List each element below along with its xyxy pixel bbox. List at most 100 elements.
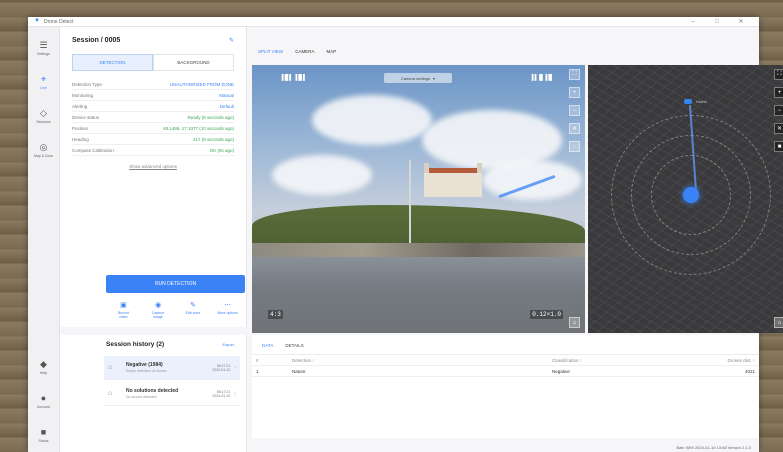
column-header[interactable]: Classification ↑	[552, 358, 702, 363]
camera-settings-select[interactable]: Camera settings ▾	[384, 73, 452, 83]
camera-toolbar: ⛶ + − ✕ ◌	[569, 69, 580, 152]
chevron-down-icon: ▾	[433, 75, 436, 81]
app-logo-icon: ▼	[34, 18, 40, 24]
tab-details[interactable]: DETAILS	[285, 343, 303, 348]
history-item-sub: No drones detected	[126, 395, 157, 399]
run-detection-button[interactable]: RUN DETECTION	[106, 275, 245, 293]
param-value[interactable]: UNAUTHORIZED FROM ZONE	[170, 82, 234, 87]
session-history: Session history (2) Export ⌂ Negative (1…	[60, 335, 247, 452]
table-cell: 1	[256, 368, 259, 374]
zoom-in-icon[interactable]: +	[569, 87, 580, 98]
action-label: Capture image	[151, 311, 165, 319]
close-icon[interactable]: ✕	[569, 123, 580, 134]
param-value: Ready (8 seconds ago)	[187, 114, 234, 120]
zoom-out-icon[interactable]: −	[774, 105, 783, 116]
close-button[interactable]: ✕	[729, 18, 753, 25]
rail-label: Sessions	[36, 119, 51, 124]
drone-icon: ⌂	[108, 390, 113, 397]
edit-zone-button[interactable]: ✎ Edit zone	[176, 301, 211, 319]
waypoint-label: Home	[696, 99, 707, 104]
history-item-sub: Empty detection of drones	[126, 369, 167, 373]
tab-split-view[interactable]: SPLIT VIEW	[258, 49, 283, 54]
param-value[interactable]: Default	[220, 104, 234, 109]
main-area: Session / 0005 ✎ DETECTION BACKGROUND De…	[60, 27, 783, 452]
reset-icon[interactable]: ◌	[569, 141, 580, 152]
column-header[interactable]: #	[256, 358, 292, 363]
capture-image-button[interactable]: ◉ Capture image	[141, 301, 176, 319]
rail-item-live[interactable]: ⌖ Live	[28, 65, 60, 99]
mast	[409, 160, 411, 250]
param-row: Device status Ready (8 seconds ago)	[72, 112, 234, 123]
record-icon: ▣	[120, 302, 127, 309]
zoom-out-icon[interactable]: −	[569, 105, 580, 116]
cloud	[272, 155, 372, 195]
list-item[interactable]: ⌂ No solutions detected No drones detect…	[104, 382, 240, 406]
param-row: Alerting Default	[72, 101, 234, 112]
rail-item-map-zone[interactable]: ◎ Map & Zone	[28, 133, 60, 167]
param-value: 217 (8 seconds ago)	[192, 136, 234, 142]
home-icon[interactable]: ⌂	[774, 317, 783, 328]
tab-data[interactable]: DATA	[262, 343, 273, 348]
rail-item-sessions[interactable]: ◇ Sessions	[28, 99, 60, 133]
table-row[interactable]: 1 Nature Negative 4021	[252, 366, 759, 377]
detections-tabs: DATA DETAILS	[252, 335, 759, 355]
param-value[interactable]: Manual	[219, 93, 234, 98]
rail-item-help[interactable]: ◆ Help	[28, 350, 60, 384]
view-tabs: SPLIT VIEW CAMERA MAP	[258, 49, 336, 54]
more-icon: ⋯	[224, 302, 232, 309]
param-row: Compass Calibration OK (8s ago)	[72, 145, 234, 156]
edit-icon[interactable]: ✎	[229, 37, 234, 44]
fullscreen-icon[interactable]: ⛶	[774, 69, 783, 80]
zoom-readout: 0.12×1.0	[530, 310, 563, 319]
show-advanced-link[interactable]: Show advanced options	[60, 164, 246, 169]
rail-label: Account	[37, 404, 50, 409]
param-key: Detection Type	[72, 81, 102, 87]
drone-icon: ⌂	[108, 364, 113, 371]
tab-detection[interactable]: DETECTION	[72, 54, 153, 71]
home-icon[interactable]: ⌂	[569, 317, 580, 328]
close-icon[interactable]: ✕	[774, 123, 783, 134]
waypoint-marker[interactable]	[684, 99, 692, 104]
cloud	[312, 95, 432, 145]
capture-icon: ◉	[155, 302, 162, 309]
export-link[interactable]: Export	[222, 342, 234, 347]
column-header[interactable]: Drones dist. ↑	[702, 358, 755, 363]
param-key: Position	[72, 125, 89, 131]
session-params: Detection Type UNAUTHORIZED FROM ZONE Mon…	[72, 79, 234, 156]
column-header[interactable]: Detection ↑	[292, 358, 552, 363]
status-bar: Batt: 98% 2024-01-10 13:48 Version 2.1.0	[676, 445, 752, 450]
more-options-button[interactable]: ⋯ More options	[210, 301, 245, 319]
drone-marker-icon[interactable]	[683, 187, 699, 203]
sessions-icon: ◇	[40, 107, 47, 118]
rail-item-account[interactable]: ● Account	[28, 384, 60, 418]
history-item-date: 2024-01-10	[212, 393, 231, 398]
tab-camera[interactable]: CAMERA	[295, 49, 314, 54]
logout-icon: ■	[40, 426, 47, 437]
camera-view[interactable]: ▐█▌▐█▌ ▐▌█▐█ Camera settings ▾ 4:3 0.12×…	[252, 65, 585, 333]
fullscreen-icon[interactable]: ⛶	[569, 69, 580, 80]
rail-item-settings[interactable]: ☰ Settings	[28, 31, 60, 65]
cloud	[482, 160, 582, 200]
castle	[424, 163, 482, 197]
map-view[interactable]: Home ⛶ + − ✕ ■ ⌂	[588, 65, 783, 333]
app-title: Drone Detect	[44, 18, 74, 25]
layers-icon[interactable]: ■	[774, 141, 783, 152]
rail-label: Status	[38, 438, 49, 443]
camera-settings-label: Camera settings	[400, 75, 431, 81]
history-item-date: 2024-01-10	[212, 367, 231, 372]
session-tabs: DETECTION BACKGROUND	[72, 54, 234, 71]
edit-zone-icon: ✎	[189, 302, 196, 309]
tab-background[interactable]: BACKGROUND	[153, 54, 234, 71]
maximize-button[interactable]: □	[705, 19, 729, 25]
record-video-button[interactable]: ▣ Record video	[106, 301, 141, 319]
tab-map[interactable]: MAP	[326, 49, 336, 54]
signal-indicator: ▐█▌▐█▌	[280, 74, 308, 81]
chevron-right-icon: ›	[234, 390, 236, 397]
rail-item-status[interactable]: ■ Status	[28, 418, 60, 452]
list-item[interactable]: ⌂ Negative (1984) Empty detection of dro…	[104, 356, 240, 380]
detections-panel: DATA DETAILS # Detection ↑ Classificatio…	[252, 335, 759, 438]
account-icon: ●	[40, 392, 47, 403]
minimize-button[interactable]: –	[681, 19, 705, 25]
title-bar: ▼ Drone Detect – □ ✕	[28, 17, 759, 27]
zoom-in-icon[interactable]: +	[774, 87, 783, 98]
